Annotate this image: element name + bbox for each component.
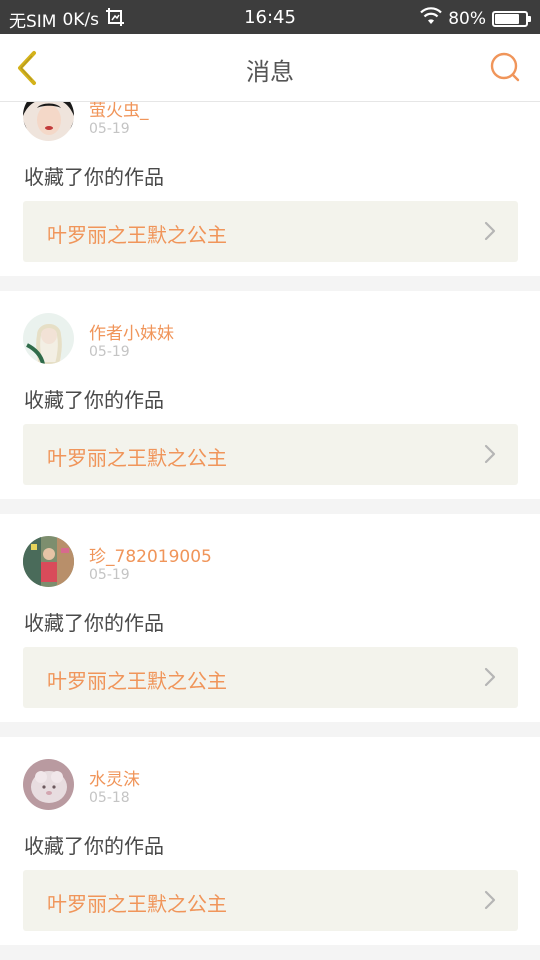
user-name[interactable]: 珍_782019005 (89, 542, 212, 567)
chevron-right-icon (484, 221, 496, 241)
user-name[interactable]: 作者小妹妹 (89, 319, 174, 344)
avatar[interactable] (23, 759, 74, 810)
work-title: 叶罗丽之王默之公主 (47, 892, 227, 916)
work-title: 叶罗丽之王默之公主 (47, 223, 227, 247)
wifi-icon (420, 7, 442, 30)
search-icon (490, 52, 520, 82)
chevron-right-icon (484, 444, 496, 464)
chevron-right-icon (484, 667, 496, 687)
message-list[interactable]: 萤火虫_ 05-19 收藏了你的作品 叶罗丽之王默之公主 作者小妹妹 05-19 收藏了你的… (0, 102, 540, 960)
message-item: 作者小妹妹 05-19 收藏了你的作品叶罗丽之王默之公主 (0, 291, 540, 499)
battery-percent: 80% (448, 8, 486, 29)
battery-icon (492, 10, 531, 27)
message-list-inner: 萤火虫_ 05-19 收藏了你的作品 叶罗丽之王默之公主 作者小妹妹 05-19 收藏了你的… (0, 102, 540, 960)
page-title: 消息 (246, 58, 294, 86)
message-date: 05-18 (89, 790, 130, 806)
status-right: 80% (420, 7, 531, 30)
message-date: 05-19 (89, 344, 130, 360)
work-link[interactable]: 叶罗丽之王默之公主 (23, 201, 518, 262)
message-date: 05-19 (89, 121, 130, 137)
work-link[interactable]: 叶罗丽之王默之公主 (23, 647, 518, 708)
avatar[interactable] (23, 313, 74, 364)
battery-level (495, 13, 519, 24)
user-name[interactable]: 水灵沫 (89, 765, 140, 790)
message-action: 收藏了你的作品 (24, 388, 164, 412)
message-item: 水灵沫 05-18 收藏了你的作品叶罗丽之王默之公主 (0, 737, 540, 945)
user-name[interactable]: 萤火虫_ (89, 102, 149, 121)
work-title: 叶罗丽之王默之公主 (47, 446, 227, 470)
work-link[interactable]: 叶罗丽之王默之公主 (23, 870, 518, 931)
status-bar: 无SIM 0K/s 16:45 80% (0, 0, 540, 34)
message-action: 收藏了你的作品 (24, 834, 164, 858)
message-item: 萤火虫_ 05-19 收藏了你的作品叶罗丽之王默之公主 (0, 102, 540, 276)
search-button[interactable] (488, 50, 522, 84)
avatar[interactable] (23, 536, 74, 587)
work-link[interactable]: 叶罗丽之王默之公主 (23, 424, 518, 485)
message-date: 05-19 (89, 567, 130, 583)
message-action: 收藏了你的作品 (24, 165, 164, 189)
nav-bar: 消息 (0, 34, 540, 102)
message-action: 收藏了你的作品 (24, 611, 164, 635)
chevron-right-icon (484, 890, 496, 910)
avatar[interactable] (23, 102, 74, 141)
work-title: 叶罗丽之王默之公主 (47, 669, 227, 693)
message-item: 珍_782019005 05-19 收藏了你的作品叶罗丽之王默之公主 (0, 514, 540, 722)
